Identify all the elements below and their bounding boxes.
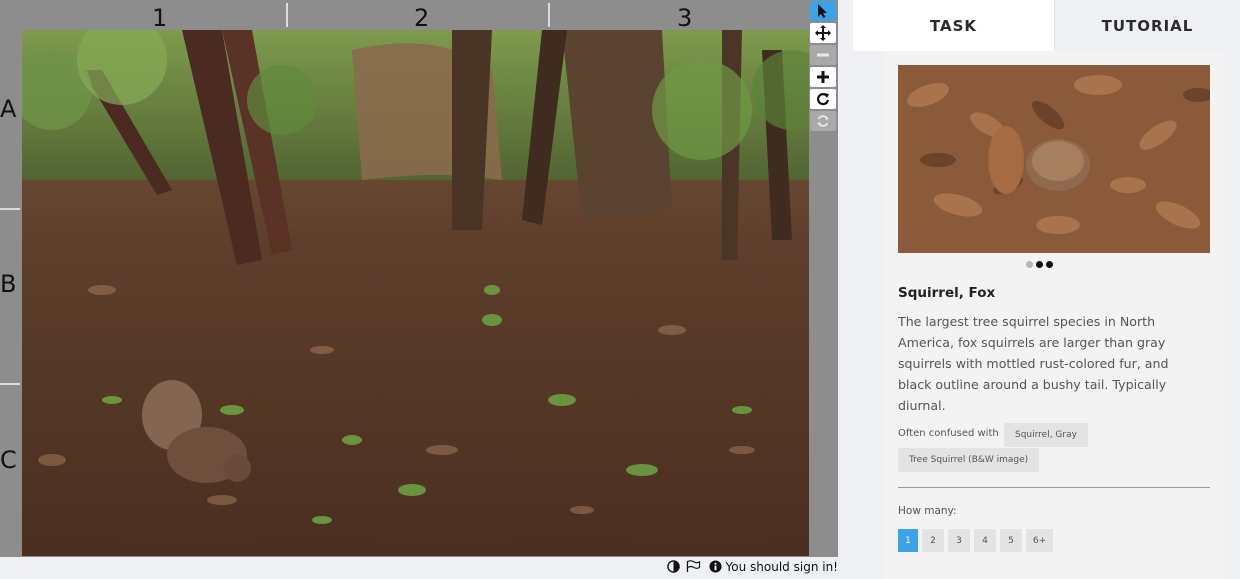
count-option-2[interactable]: 2	[922, 529, 944, 552]
confused-with-label: Often confused with	[898, 428, 999, 439]
how-many-label: How many:	[898, 505, 957, 517]
info-icon[interactable]	[709, 560, 722, 573]
subject-viewer[interactable]: 1 2 3 A B C	[0, 0, 838, 557]
carousel-dot[interactable]	[1036, 261, 1043, 268]
count-option-3[interactable]: 3	[948, 529, 970, 552]
plus-icon	[817, 71, 829, 83]
carousel-dot[interactable]	[1046, 261, 1053, 268]
column-divider	[548, 3, 550, 27]
pan-tool-button[interactable]	[810, 23, 836, 43]
contrast-icon[interactable]	[667, 560, 680, 573]
confused-with-button[interactable]: Tree Squirrel (B&W image)	[898, 448, 1040, 472]
flag-icon[interactable]	[686, 560, 701, 573]
rotate-icon	[816, 93, 830, 106]
count-option-5[interactable]: 5	[1000, 529, 1022, 552]
divider	[898, 487, 1210, 488]
species-name: Squirrel, Fox	[898, 285, 996, 301]
row-divider	[0, 208, 20, 210]
species-description: The largest tree squirrel species in Nor…	[898, 314, 1169, 413]
row-divider	[0, 383, 20, 385]
column-divider	[286, 3, 288, 27]
species-card: Squirrel, Fox The largest tree squirrel …	[884, 51, 1225, 579]
count-option-4[interactable]: 4	[974, 529, 996, 552]
reset-tool-button[interactable]	[810, 111, 836, 131]
move-arrows-icon	[815, 25, 831, 41]
carousel-dot[interactable]	[1026, 261, 1033, 268]
tab-tutorial[interactable]: TUTORIAL	[1054, 0, 1240, 51]
refresh-icon	[817, 115, 829, 127]
subject-photo[interactable]	[22, 30, 809, 556]
row-label-a: A	[0, 95, 17, 123]
count-option-1[interactable]: 1	[898, 529, 918, 552]
sign-in-prompt[interactable]: You should sign in!	[726, 560, 838, 574]
tab-task[interactable]: TASK	[853, 0, 1054, 51]
minus-icon	[817, 53, 829, 57]
zoom-out-tool-button[interactable]	[810, 45, 836, 65]
column-label-3: 3	[677, 4, 693, 32]
row-label-b: B	[0, 270, 17, 298]
species-example-image	[898, 65, 1210, 253]
column-label-1: 1	[152, 4, 168, 32]
viewer-toolbar	[809, 0, 838, 557]
viewer-footer: You should sign in!	[0, 557, 838, 579]
cursor-arrow-icon	[818, 4, 827, 18]
pointer-tool-button[interactable]	[810, 1, 836, 21]
count-option-6-plus[interactable]: 6+	[1026, 529, 1053, 552]
column-label-2: 2	[414, 4, 430, 32]
zoom-in-tool-button[interactable]	[810, 67, 836, 87]
confused-with-button[interactable]: Squirrel, Gray	[1004, 423, 1088, 447]
task-panel: TASK TUTORIAL Squirrel, Fox The largest …	[853, 0, 1240, 579]
rotate-tool-button[interactable]	[810, 89, 836, 109]
row-label-c: C	[0, 446, 17, 474]
